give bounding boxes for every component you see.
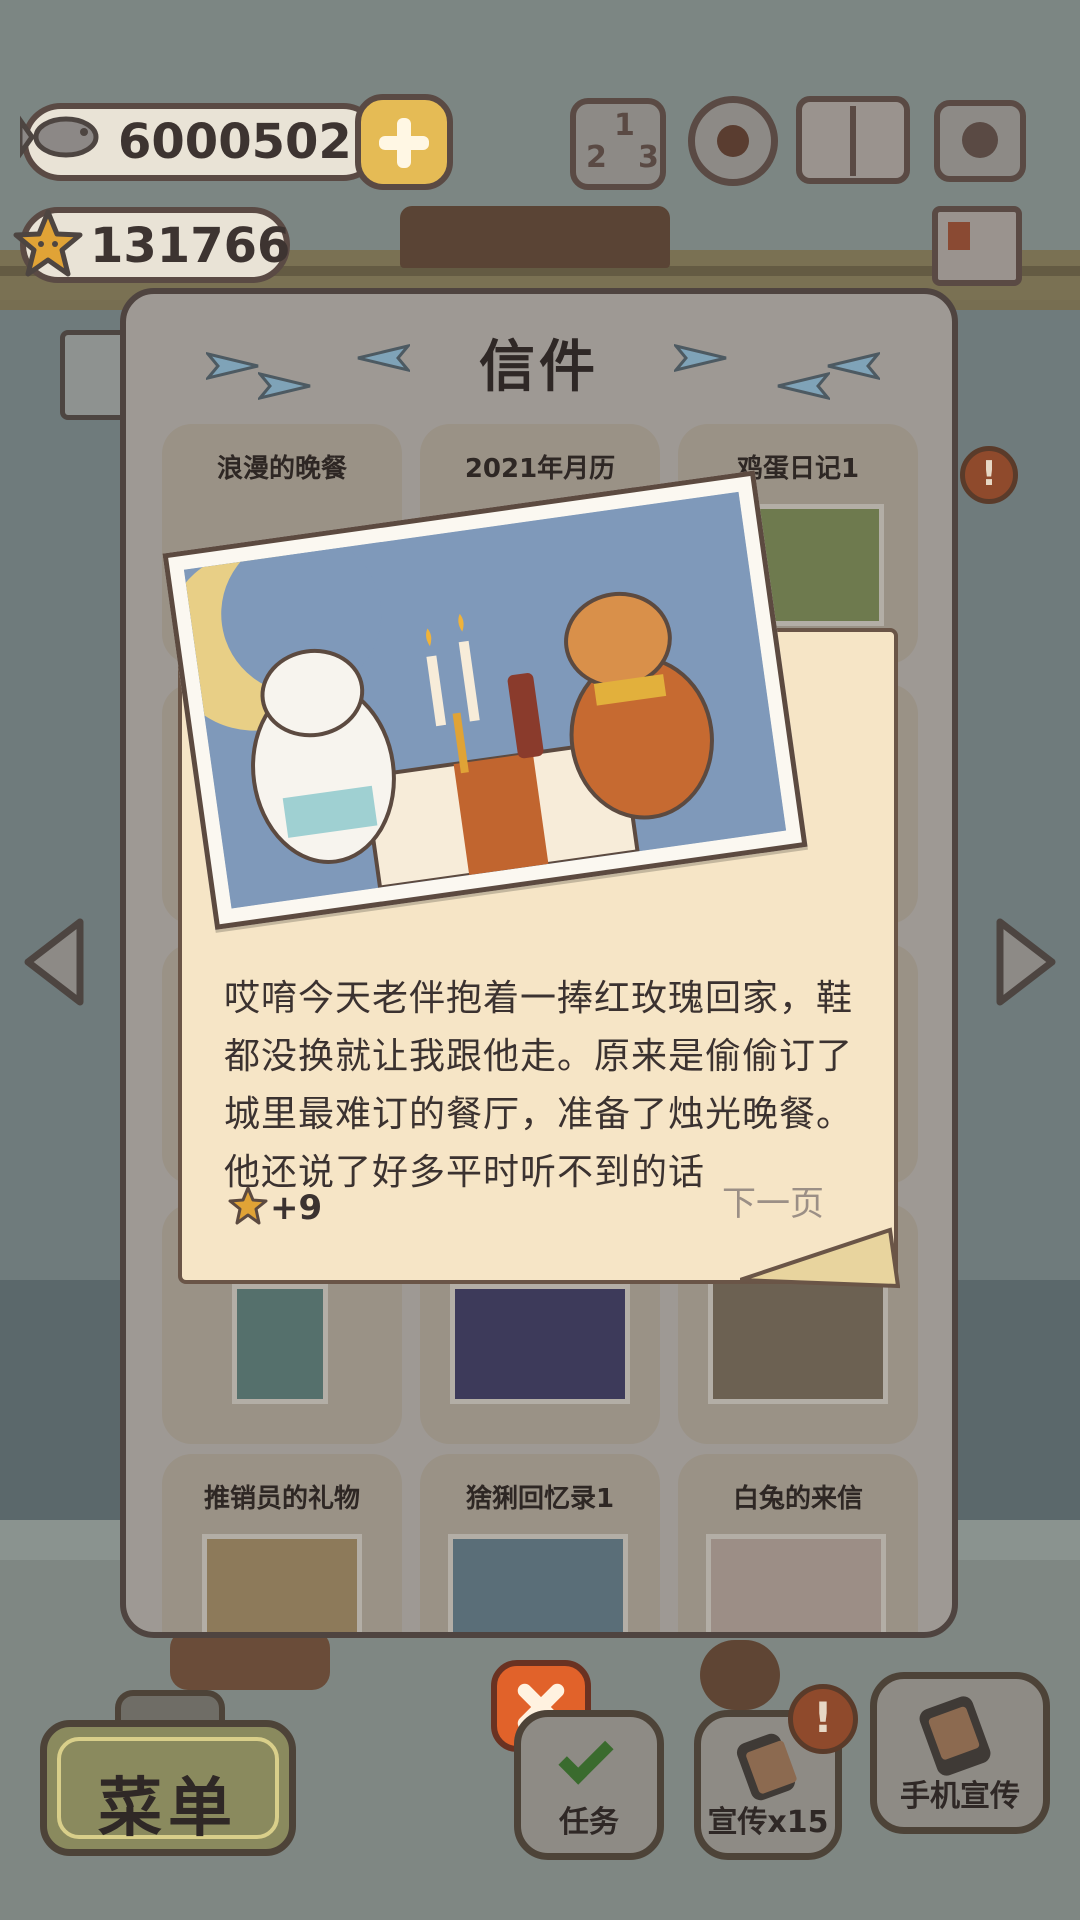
letter-thumbnail xyxy=(708,1274,888,1404)
phone-promo-button-label: 手机宣传 xyxy=(900,1779,1020,1814)
reward-star-icon xyxy=(228,1186,268,1225)
settings-gear-icon[interactable] xyxy=(688,96,778,186)
background-stool xyxy=(700,1640,780,1710)
letter-thumbnail xyxy=(232,1284,328,1404)
paper-plane-icon xyxy=(357,343,410,373)
letter-label: 浪漫的晚餐 xyxy=(216,454,347,484)
rank-second: 2 xyxy=(586,140,607,175)
newspaper-icon[interactable] xyxy=(932,206,1022,286)
letter-label: 白兔的来信 xyxy=(732,1484,863,1514)
album-book-icon[interactable] xyxy=(796,96,910,184)
dinner-illustration xyxy=(183,491,787,909)
menu-button[interactable]: 菜单 xyxy=(40,1720,296,1856)
letter-card[interactable]: 推销员的礼物 xyxy=(162,1454,402,1632)
promo-button-label: 宣传x15 xyxy=(707,1805,829,1840)
paper-plane-icon xyxy=(827,351,880,381)
task-button[interactable]: 任务 xyxy=(514,1710,664,1860)
background-sofa xyxy=(170,1630,330,1690)
add-fish-button[interactable] xyxy=(355,94,453,190)
reward-value: +9 xyxy=(270,1188,323,1228)
phone-promo-button[interactable]: 手机宣传 xyxy=(870,1672,1050,1834)
letter-card[interactable]: 白兔的来信 xyxy=(678,1454,918,1632)
phone-icon xyxy=(916,1693,994,1779)
rank-first: 1 xyxy=(614,108,635,143)
task-button-label: 任务 xyxy=(559,1805,619,1840)
letter-thumbnail xyxy=(448,1534,628,1632)
letter-card[interactable]: 猞猁回忆录1 xyxy=(420,1454,660,1632)
background-roof xyxy=(400,206,670,268)
letter-thumbnail xyxy=(202,1534,362,1632)
phone-icon xyxy=(734,1730,798,1804)
star-currency-value: 131766 xyxy=(90,218,291,274)
fish-currency-value: 6000502 xyxy=(118,114,352,170)
alert-badge: ! xyxy=(788,1684,858,1754)
next-arrow-icon[interactable] xyxy=(990,912,1060,1012)
paper-plane-icon xyxy=(674,343,727,373)
rank-third: 3 xyxy=(638,140,659,175)
paper-plane-icon xyxy=(777,371,830,401)
next-page-button[interactable]: 下一页 xyxy=(722,1176,824,1225)
checkmark-icon xyxy=(558,1729,614,1785)
paper-plane-icon xyxy=(258,371,311,401)
letter-label: 推销员的礼物 xyxy=(203,1484,360,1514)
letter-label: 猞猁回忆录1 xyxy=(465,1484,615,1514)
camera-icon[interactable] xyxy=(934,100,1026,182)
letter-body-text: 哎唷今天老伴抱着一捧红玫瑰回家，鞋都没换就让我跟他走。原来是偷偷订了城里最难订的… xyxy=(224,978,854,1193)
alert-badge-right: ! xyxy=(960,446,1018,504)
paper-plane-icon xyxy=(206,351,259,381)
letter-thumbnail xyxy=(706,1534,886,1632)
star-icon xyxy=(13,209,83,277)
ranking-icon[interactable]: 1 2 3 xyxy=(570,98,666,190)
fish-icon xyxy=(20,115,99,159)
menu-button-label: 菜单 xyxy=(98,1772,238,1846)
letter-label: 2021年月历 xyxy=(464,454,616,484)
previous-arrow-icon[interactable] xyxy=(20,912,90,1012)
letter-thumbnail xyxy=(450,1284,630,1404)
